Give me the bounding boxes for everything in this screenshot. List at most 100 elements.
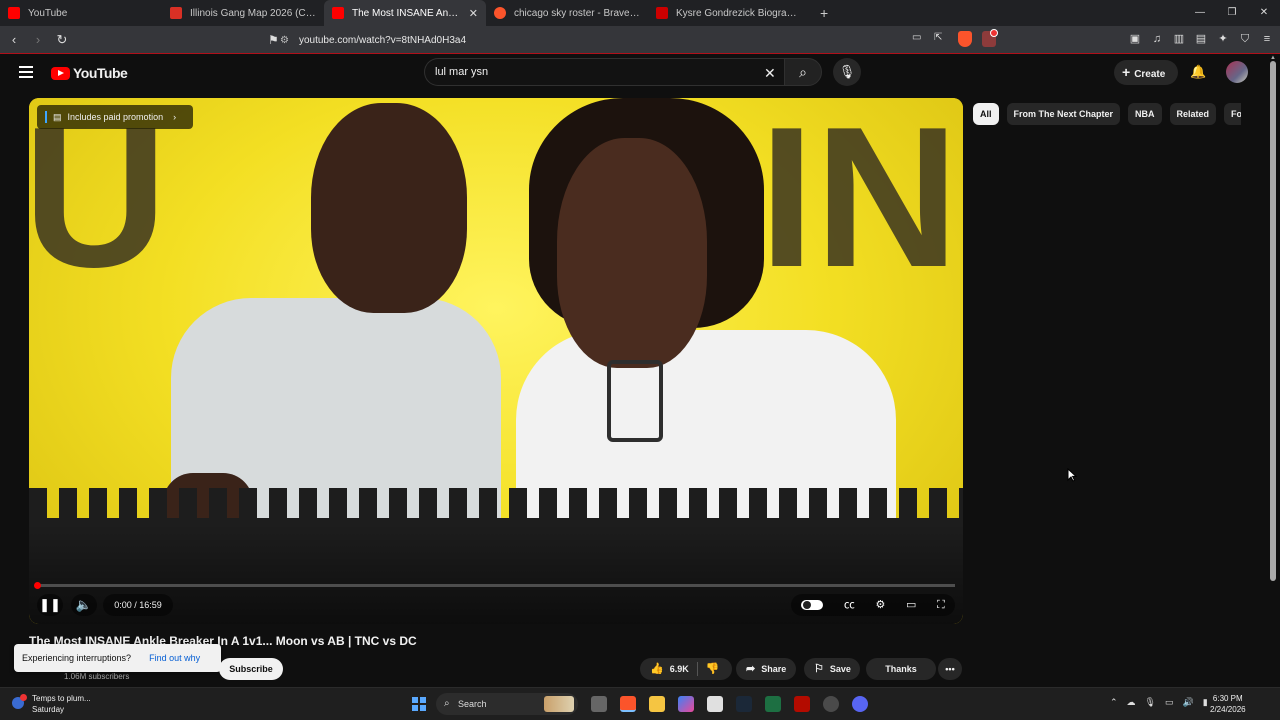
copilot-icon[interactable] bbox=[678, 696, 694, 712]
notifications-bell-icon[interactable]: 🔔 bbox=[1190, 64, 1206, 80]
search-button[interactable]: ⌕ bbox=[784, 58, 822, 86]
new-tab-button[interactable]: + bbox=[810, 5, 838, 21]
chrome-icon[interactable] bbox=[823, 696, 839, 712]
browser-tab-espn[interactable]: Kysre Gondrezick Biography - ESPN bbox=[648, 0, 810, 26]
youtube-logo[interactable]: YouTube bbox=[51, 65, 128, 81]
settings-gear-icon[interactable]: ⚙ bbox=[875, 594, 885, 616]
notification-badge bbox=[990, 29, 998, 37]
youtube-favicon-icon bbox=[332, 7, 344, 19]
pause-button[interactable]: ❚❚ bbox=[37, 594, 63, 616]
bookmark-icon[interactable]: ⚑ bbox=[268, 33, 279, 47]
weather-widget[interactable]: Temps to plum... Saturday bbox=[12, 693, 91, 715]
show-hidden-icons-icon[interactable]: ⌃ bbox=[1110, 697, 1118, 708]
toast-message: Experiencing interruptions? bbox=[22, 653, 132, 663]
search-icon: ⌕ bbox=[799, 64, 807, 80]
autoplay-toggle[interactable] bbox=[801, 600, 824, 610]
chip-nba[interactable]: NBA bbox=[1128, 103, 1162, 125]
tab-title: YouTube bbox=[28, 7, 68, 19]
mute-button[interactable]: 🔈 bbox=[71, 594, 97, 616]
microsoft-store-icon[interactable] bbox=[707, 696, 723, 712]
tnc-shirt-logo bbox=[607, 360, 663, 442]
browser-tab-active-video[interactable]: The Most INSANE Ankle Break ✕ bbox=[324, 0, 486, 26]
task-view-icon[interactable] bbox=[591, 696, 607, 712]
wallet-icon[interactable]: ▤ bbox=[1194, 30, 1208, 48]
windows-start-icon[interactable] bbox=[412, 697, 426, 711]
leo-ai-icon[interactable]: ✦ bbox=[1216, 30, 1230, 48]
file-explorer-icon[interactable] bbox=[649, 696, 665, 712]
promotion-icon: ▤ bbox=[53, 112, 62, 122]
menu-icon[interactable]: ≡ bbox=[1260, 30, 1274, 48]
video-progress-bar[interactable] bbox=[34, 582, 955, 589]
taskbar-clock[interactable]: 6:30 PM 2/24/2026 bbox=[1210, 693, 1246, 715]
clear-search-icon[interactable]: ✕ bbox=[764, 65, 776, 82]
close-window-icon[interactable]: ✕ bbox=[1248, 0, 1280, 26]
subscribe-button[interactable]: Subscribe bbox=[219, 658, 283, 680]
tab-title: chicago sky roster - Brave Search bbox=[514, 7, 640, 19]
player-right-controls: ㏄ ⚙ ▭ ⛶ bbox=[791, 594, 955, 616]
music-icon[interactable]: ♫ bbox=[1150, 30, 1164, 48]
excel-icon[interactable] bbox=[765, 696, 781, 712]
battery-icon[interactable]: ▮ bbox=[1203, 697, 1208, 708]
chip-related[interactable]: Related bbox=[1169, 103, 1217, 125]
more-dots-icon: ••• bbox=[945, 664, 955, 674]
chip-all[interactable]: All bbox=[973, 103, 999, 125]
more-actions-button[interactable]: ••• bbox=[938, 658, 962, 680]
tab-title: Kysre Gondrezick Biography - ESPN bbox=[676, 7, 802, 19]
espn-favicon-icon bbox=[656, 7, 668, 19]
vpn-shield-icon[interactable]: ⛉ bbox=[1238, 30, 1252, 48]
forward-icon[interactable]: › bbox=[28, 32, 48, 47]
avatar[interactable] bbox=[1226, 61, 1248, 83]
discord-icon[interactable] bbox=[852, 696, 868, 712]
browser-tab-brave-search[interactable]: chicago sky roster - Brave Search bbox=[486, 0, 648, 26]
browser-tab-youtube[interactable]: YouTube bbox=[0, 0, 162, 26]
theater-mode-icon[interactable]: ▭ bbox=[906, 594, 916, 616]
search-input[interactable]: lul mar ysn bbox=[424, 58, 784, 86]
hamburger-menu-icon[interactable] bbox=[19, 66, 33, 78]
brave-browser-icon[interactable] bbox=[620, 696, 636, 712]
network-icon[interactable]: ▭ bbox=[1165, 697, 1174, 708]
close-tab-icon[interactable]: ✕ bbox=[469, 7, 478, 20]
adobe-acrobat-icon[interactable] bbox=[794, 696, 810, 712]
video-player[interactable]: U IN ▤ Includes paid promotion › ❚❚ 🔈 0:… bbox=[29, 98, 963, 624]
create-button[interactable]: + Create bbox=[1114, 60, 1178, 85]
speaker-icon[interactable]: 🔊 bbox=[1183, 697, 1194, 708]
cast-icon[interactable]: ▭ bbox=[912, 32, 921, 43]
restore-icon[interactable]: ❐ bbox=[1216, 0, 1248, 26]
chip-for-you[interactable]: For bbox=[1224, 103, 1241, 125]
minimize-icon[interactable]: — bbox=[1184, 0, 1216, 26]
sidebar-icon[interactable]: ▥ bbox=[1172, 30, 1186, 48]
reload-icon[interactable]: ↻ bbox=[52, 32, 72, 48]
site-settings-icon[interactable]: ⚙ bbox=[280, 35, 289, 46]
brave-favicon-icon bbox=[494, 7, 506, 19]
brave-shields-icon[interactable] bbox=[958, 31, 972, 47]
page-scrollbar[interactable]: ▲ bbox=[1268, 55, 1280, 687]
screenshot-icon[interactable]: ▣ bbox=[1128, 30, 1142, 48]
thanks-button[interactable]: Thanks bbox=[866, 658, 936, 680]
chip-from-the-next-chapter[interactable]: From The Next Chapter bbox=[1006, 103, 1121, 125]
microphone-tray-icon[interactable]: 🎙 bbox=[1145, 697, 1156, 708]
save-button[interactable]: ⚐ Save bbox=[804, 658, 860, 680]
fullscreen-icon[interactable]: ⛶ bbox=[937, 594, 945, 616]
back-icon[interactable]: ‹ bbox=[4, 32, 24, 47]
find-out-why-link[interactable]: Find out why bbox=[149, 653, 200, 663]
browser-tab-gang-map[interactable]: Illinois Gang Map 2026 (Chicago & S bbox=[162, 0, 324, 26]
tab-title: Illinois Gang Map 2026 (Chicago & S bbox=[190, 7, 316, 19]
scrubber-handle[interactable] bbox=[34, 582, 41, 589]
onedrive-icon[interactable]: ☁ bbox=[1127, 697, 1136, 708]
scrollbar-thumb[interactable] bbox=[1270, 61, 1276, 581]
steam-icon[interactable] bbox=[736, 696, 752, 712]
like-dislike-group: 👍 6.9K 👎 bbox=[640, 658, 732, 680]
search-highlight-image bbox=[544, 696, 574, 712]
taskbar-search[interactable]: ⌕ Search bbox=[436, 693, 578, 715]
share-button[interactable]: ➦ Share bbox=[736, 658, 796, 680]
voice-search-button[interactable]: 🎙 bbox=[833, 58, 861, 86]
paid-promotion-badge[interactable]: ▤ Includes paid promotion › bbox=[37, 105, 193, 129]
share-page-icon[interactable]: ⇱ bbox=[934, 32, 942, 43]
like-icon[interactable]: 👍 bbox=[650, 658, 664, 680]
like-count[interactable]: 6.9K bbox=[670, 658, 689, 680]
captions-icon[interactable]: ㏄ bbox=[844, 594, 855, 616]
youtube-header: YouTube lul mar ysn ✕ ⌕ 🎙 + Create 🔔 bbox=[0, 55, 1268, 91]
volume-icon: 🔈 bbox=[75, 597, 93, 612]
dislike-icon[interactable]: 👎 bbox=[706, 658, 720, 680]
save-label: Save bbox=[829, 664, 851, 674]
